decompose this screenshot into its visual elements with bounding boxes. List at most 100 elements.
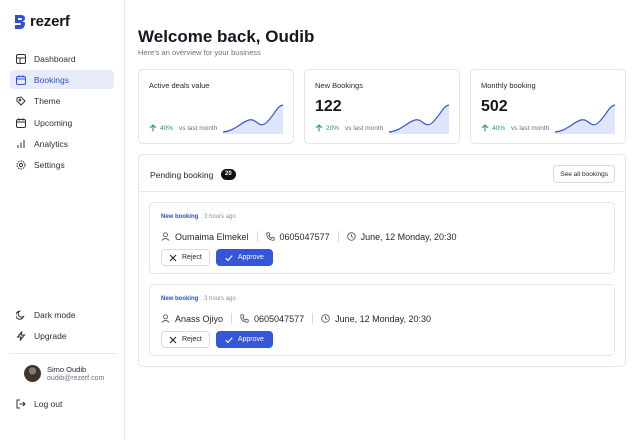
stat-change-compare: vs last month (179, 124, 218, 132)
app-name: rezerf (30, 13, 70, 30)
booking-tag: New booking (161, 214, 199, 220)
booking-date-field: June, 12 Monday, 20:30 (346, 231, 457, 242)
booking-card: New booking 3 hours ago Anass Ojiyo 0605… (149, 284, 615, 356)
sidebar-item-label: Dashboard (34, 53, 76, 64)
user-profile[interactable]: Simo Oudib oudib@rezerf.com (24, 365, 104, 382)
upgrade-label: Upgrade (34, 330, 67, 341)
sparkline (223, 104, 283, 134)
bolt-icon (16, 331, 26, 341)
see-all-bookings-button[interactable]: See all bookings (553, 165, 615, 183)
arrow-up-icon (315, 124, 323, 132)
reject-button[interactable]: Reject (161, 331, 210, 348)
logout-area: Log out (10, 394, 114, 415)
separator (256, 231, 258, 242)
phone-icon (265, 232, 275, 241)
sidebar-item-bookings[interactable]: Bookings (10, 70, 114, 90)
rezerf-logo-icon (15, 14, 25, 29)
stat-label: Monthly booking (481, 81, 536, 90)
sidebar-item-label: Theme (34, 96, 61, 107)
separator (312, 313, 314, 324)
stat-change-percent: 20% (326, 124, 340, 132)
panel-title: Pending booking (150, 170, 214, 180)
gear-icon (16, 160, 26, 170)
booking-info: Anass Ojiyo 0605047577 June, 12 Monday, … (161, 313, 431, 324)
approve-label: Approve (237, 336, 264, 343)
sidebar-item-upcoming[interactable]: Upcoming (10, 113, 114, 132)
booking-card: New booking 3 hours ago Oumaima Elmekel … (149, 202, 615, 274)
sidebar-nav: Dashboard Bookings Theme Upcoming Analyt… (10, 49, 114, 177)
booking-time: 3 hours ago (204, 214, 236, 220)
stat-change-compare: vs last month (511, 124, 550, 132)
pending-bookings-panel: Pending booking 20 See all bookings New … (138, 154, 626, 367)
stat-change: 40% vs last month (149, 124, 217, 132)
logout-label: Log out (34, 398, 63, 409)
booking-date: June, 12 Monday, 20:30 (360, 231, 457, 242)
stat-change-percent: 40% (492, 124, 506, 132)
user-icon (161, 232, 170, 241)
palette-icon (16, 96, 26, 106)
booking-header: New booking 3 hours ago (161, 296, 236, 302)
sparkline (389, 104, 449, 134)
stat-label: New Bookings (315, 81, 363, 90)
stat-value: 122 (315, 98, 342, 115)
stat-card-new-bookings: New Bookings 122 20% vs last month (304, 69, 460, 144)
check-icon (225, 336, 233, 343)
moon-icon (16, 310, 25, 320)
close-icon (169, 336, 177, 343)
stat-change-compare: vs last month (345, 124, 384, 132)
booking-phone-field: 0605047577 (240, 314, 304, 324)
sidebar-divider (10, 353, 116, 354)
booking-name: Oumaima Elmekel (175, 231, 249, 242)
sidebar-item-label: Upcoming (34, 117, 73, 128)
dark-mode-label: Dark mode (34, 309, 76, 320)
booking-name-field: Anass Ojiyo (161, 314, 223, 324)
calendar-clock-icon (16, 117, 26, 128)
booking-name: Anass Ojiyo (175, 313, 224, 324)
separator (337, 231, 339, 242)
phone-icon (240, 314, 249, 323)
page-subtitle: Here's an overview for your business (138, 48, 261, 57)
logo[interactable]: rezerf (13, 13, 70, 30)
logout-button[interactable]: Log out (10, 394, 114, 413)
check-icon (225, 254, 233, 261)
reject-button[interactable]: Reject (161, 249, 210, 266)
logout-icon (16, 399, 26, 408)
stat-change: 20% vs last month (315, 124, 383, 132)
booking-actions: Reject Approve (161, 331, 273, 348)
close-icon (169, 254, 177, 261)
grid-icon (16, 53, 26, 64)
sidebar-item-settings[interactable]: Settings (10, 156, 114, 175)
avatar (24, 365, 41, 382)
stat-card-monthly-booking: Monthly booking 502 40% vs last month (470, 69, 626, 144)
sidebar-item-label: Bookings (34, 74, 69, 85)
upgrade-link[interactable]: Upgrade (10, 326, 114, 345)
page-title: Welcome back, Oudib (138, 27, 315, 46)
stat-label: Active deals value (149, 81, 210, 90)
booking-time: 3 hours ago (204, 296, 236, 302)
sidebar-item-theme[interactable]: Theme (10, 92, 114, 111)
clock-icon (321, 314, 330, 323)
approve-button[interactable]: Approve (215, 331, 273, 348)
reject-label: Reject (182, 336, 202, 343)
booking-info: Oumaima Elmekel 0605047577 June, 12 Mond… (161, 231, 457, 242)
separator (231, 313, 233, 324)
sidebar: rezerf Dashboard Bookings Theme Upcoming… (0, 0, 125, 440)
stat-change: 40% vs last month (481, 124, 549, 132)
sidebar-item-analytics[interactable]: Analytics (10, 135, 114, 154)
calendar-icon (16, 75, 26, 85)
arrow-up-icon (481, 124, 489, 132)
booking-header: New booking 3 hours ago (161, 214, 236, 220)
dark-mode-toggle[interactable]: Dark mode (10, 305, 114, 324)
booking-actions: Reject Approve (161, 249, 273, 266)
sidebar-item-label: Analytics (34, 139, 69, 150)
stat-card-active-deals: Active deals value 40% vs last month (138, 69, 294, 144)
sidebar-item-dashboard[interactable]: Dashboard (10, 49, 114, 68)
booking-name-field: Oumaima Elmekel (161, 232, 249, 242)
approve-label: Approve (237, 254, 264, 261)
booking-phone-field: 0605047577 (265, 232, 330, 242)
approve-button[interactable]: Approve (215, 249, 273, 266)
booking-date-field: June, 12 Monday, 20:30 (321, 314, 431, 324)
panel-header: Pending booking 20 See all bookings (139, 155, 625, 192)
booking-phone: 0605047577 (254, 313, 305, 324)
arrow-up-icon (149, 124, 157, 132)
